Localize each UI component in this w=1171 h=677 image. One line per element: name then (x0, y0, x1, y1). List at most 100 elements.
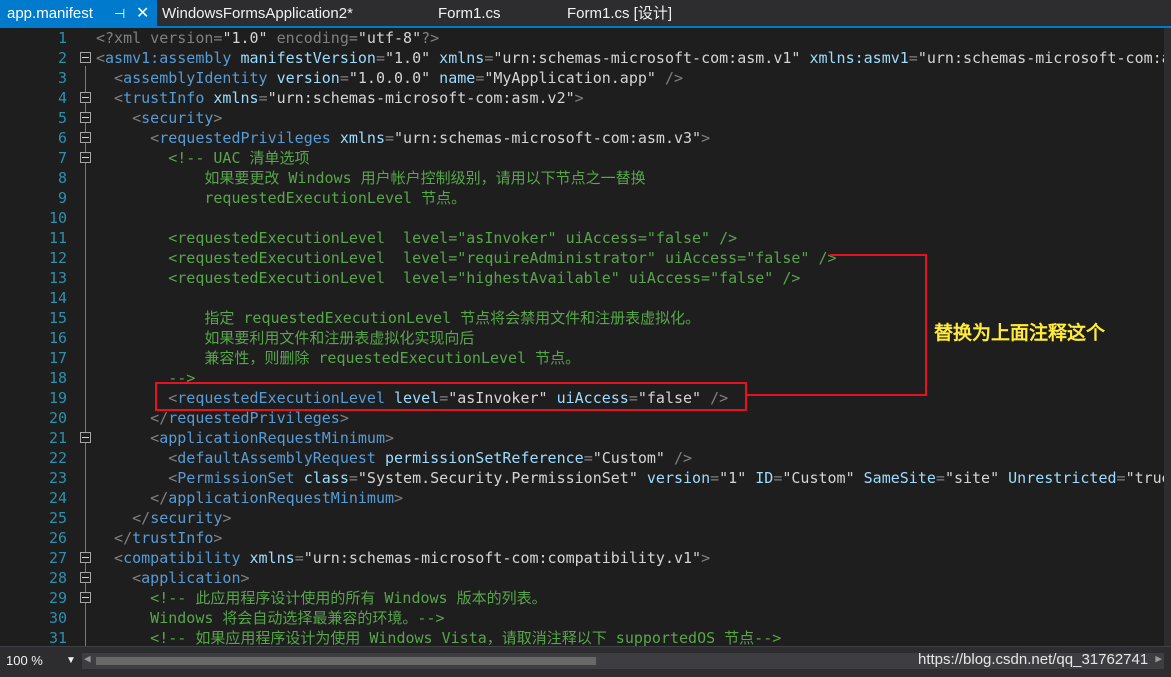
line-number: 20 (48, 409, 67, 427)
collapse-icon[interactable] (80, 92, 91, 103)
code-token: < (96, 449, 178, 467)
code-token: = (583, 449, 593, 467)
code-token: = (348, 469, 358, 487)
code-token: application (141, 569, 241, 587)
document-tab-bar: app.manifest ⊣ ✕ WindowsFormsApplication… (0, 0, 1171, 28)
code-token: applicationRequestMinimum (168, 489, 395, 507)
code-token: > (339, 409, 349, 427)
code-token: > (701, 129, 711, 147)
code-token: "1" (719, 469, 747, 487)
code-line[interactable]: 9 requestedExecutionLevel 节点。 (0, 188, 1171, 208)
watermark-text: https://blog.csdn.net/qq_31762741 (918, 651, 1149, 668)
code-text: <PermissionSet class="System.Security.Pe… (96, 468, 1170, 488)
code-token: < (96, 109, 142, 127)
code-text: Windows 将会自动选择最兼容的环境。--> (96, 608, 444, 628)
code-token: ?> (421, 29, 440, 47)
callout-line-top (830, 254, 927, 256)
collapse-icon[interactable] (80, 152, 91, 163)
collapse-icon[interactable] (80, 432, 91, 443)
tab-form1-cs[interactable]: Form1.cs (438, 0, 528, 28)
line-number: 18 (48, 369, 67, 387)
code-token: > (574, 89, 584, 107)
code-line[interactable]: 8 如果要更改 Windows 用户帐户控制级别，请用以下节点之一替换 (0, 168, 1171, 188)
code-token: compatibility (123, 549, 241, 567)
collapse-icon[interactable] (80, 112, 91, 123)
code-text: </security> (96, 508, 231, 528)
code-line[interactable]: 30 Windows 将会自动选择最兼容的环境。--> (0, 608, 1171, 628)
code-text: </applicationRequestMinimum> (96, 488, 403, 508)
code-line[interactable]: 20 </requestedPrivileges> (0, 408, 1171, 428)
code-text: <requestedExecutionLevel level="asInvoke… (96, 228, 737, 248)
code-line[interactable]: 6 <requestedPrivileges xmlns="urn:schema… (0, 128, 1171, 148)
code-line[interactable]: 17 兼容性，则删除 requestedExecutionLevel 节点。 (0, 348, 1171, 368)
code-token: "urn:schemas-microsoft-com:asm.v3" (394, 129, 702, 147)
code-line[interactable]: 12 <requestedExecutionLevel level="requi… (0, 248, 1171, 268)
code-line[interactable]: 3 <assemblyIdentity version="1.0.0.0" na… (0, 68, 1171, 88)
line-number: 15 (48, 309, 67, 327)
code-token: = (710, 469, 720, 487)
scroll-left-icon[interactable]: ◀ (84, 652, 91, 665)
code-line[interactable]: 21 <applicationRequestMinimum> (0, 428, 1171, 448)
tab-form1-designer[interactable]: Form1.cs [设计] (567, 0, 697, 28)
collapse-icon[interactable] (80, 52, 91, 63)
zoom-dropdown[interactable]: 100 % ▼ (4, 651, 76, 671)
code-token: trustInfo (123, 89, 205, 107)
code-line[interactable]: 23 <PermissionSet class="System.Security… (0, 468, 1171, 488)
code-token: "site" (944, 469, 1000, 487)
pin-icon[interactable]: ⊣ (114, 0, 125, 28)
code-token: xmlns (430, 49, 485, 67)
code-line[interactable]: 7 <!-- UAC 清单选项 (0, 148, 1171, 168)
code-line[interactable]: 11 <requestedExecutionLevel level="asInv… (0, 228, 1171, 248)
code-token: 兼容性，则删除 requestedExecutionLevel 节点。 (96, 349, 581, 367)
collapse-icon[interactable] (80, 132, 91, 143)
code-token: "urn:schemas-microsoft-com:a (917, 49, 1171, 67)
code-line[interactable]: 31 <!-- 如果应用程序设计为使用 Windows Vista，请取消注释以… (0, 628, 1171, 646)
line-number: 7 (57, 149, 67, 167)
code-line[interactable]: 29 <!-- 此应用程序设计使用的所有 Windows 版本的列表。 (0, 588, 1171, 608)
code-token: xmlns (330, 129, 385, 147)
tab-windowsformsapplication2[interactable]: WindowsFormsApplication2* (162, 0, 392, 28)
code-token: = (908, 49, 918, 67)
code-line[interactable]: 22 <defaultAssemblyRequest permissionSet… (0, 448, 1171, 468)
code-token: asmv1:assembly (105, 49, 232, 67)
code-line[interactable]: 24 </applicationRequestMinimum> (0, 488, 1171, 508)
code-token: SameSite (854, 469, 936, 487)
code-token: <!-- 如果应用程序设计为使用 Windows Vista，请取消注释以下 s… (96, 629, 782, 646)
collapse-icon[interactable] (80, 552, 91, 563)
tab-app-manifest[interactable]: app.manifest ⊣ ✕ (0, 0, 157, 28)
code-token: encoding= (267, 29, 358, 47)
vertical-scrollbar[interactable] (1164, 28, 1171, 646)
collapse-icon[interactable] (80, 592, 91, 603)
code-token: /> (655, 69, 684, 87)
line-number: 11 (48, 229, 67, 247)
line-number: 1 (57, 29, 67, 47)
code-token: < (96, 569, 142, 587)
code-text: <requestedPrivileges xmlns="urn:schemas-… (96, 128, 710, 148)
close-icon[interactable]: ✕ (136, 0, 149, 28)
code-line[interactable]: 25 </security> (0, 508, 1171, 528)
collapse-icon[interactable] (80, 572, 91, 583)
code-token: ID (746, 469, 774, 487)
code-line[interactable]: 14 (0, 288, 1171, 308)
code-token: </ (96, 489, 169, 507)
code-text: <asmv1:assembly manifestVersion="1.0" xm… (96, 48, 1171, 68)
code-token: = (1116, 469, 1126, 487)
scroll-right-icon[interactable]: ▶ (1155, 652, 1162, 665)
code-line[interactable]: 10 (0, 208, 1171, 228)
code-text: 兼容性，则删除 requestedExecutionLevel 节点。 (96, 348, 580, 368)
line-number: 4 (57, 89, 67, 107)
code-line[interactable]: 1 <?xml version="1.0" encoding="utf-8"?> (0, 28, 1171, 48)
code-line[interactable]: 2 <asmv1:assembly manifestVersion="1.0" x… (0, 48, 1171, 68)
code-line[interactable]: 5 <security> (0, 108, 1171, 128)
code-line[interactable]: 27 <compatibility xmlns="urn:schemas-mic… (0, 548, 1171, 568)
line-number: 2 (57, 49, 67, 67)
code-token: < (96, 469, 178, 487)
line-number: 3 (57, 69, 67, 87)
scrollbar-thumb[interactable] (96, 657, 596, 665)
code-line[interactable]: 26 </trustInfo> (0, 528, 1171, 548)
code-line[interactable]: 4 <trustInfo xmlns="urn:schemas-microsof… (0, 88, 1171, 108)
code-line[interactable]: 28 <application> (0, 568, 1171, 588)
code-text: <defaultAssemblyRequest permissionSetRef… (96, 448, 692, 468)
code-text: 如果要利用文件和注册表虚拟化实现向后 (96, 328, 474, 348)
code-line[interactable]: 13 <requestedExecutionLevel level="highe… (0, 268, 1171, 288)
